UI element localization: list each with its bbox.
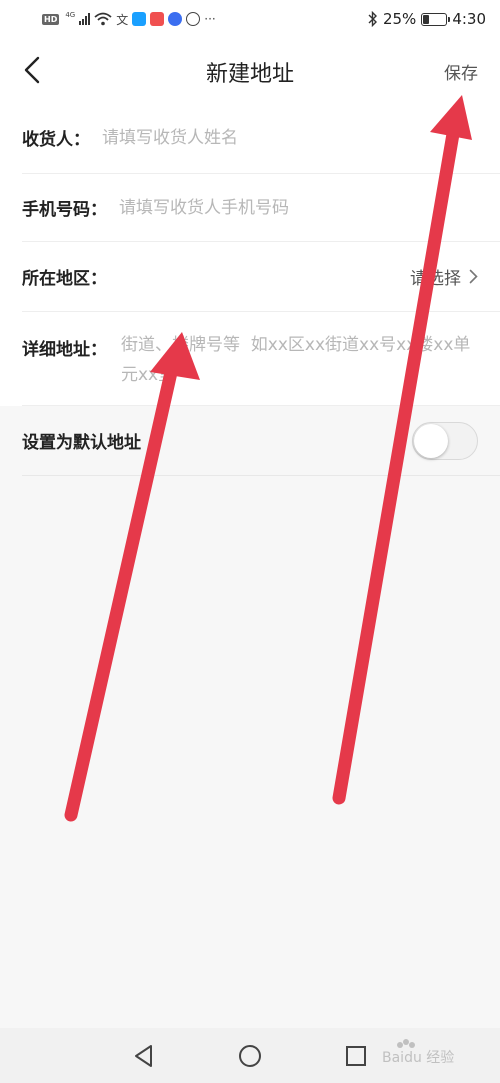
region-row[interactable]: 所在地区： 请选择 [22, 242, 500, 312]
detail-address-input[interactable] [121, 330, 471, 390]
default-address-toggle[interactable] [412, 422, 478, 460]
region-label: 所在地区： [22, 269, 107, 289]
app-notification-icon: 文 [116, 12, 129, 27]
phone-number-input[interactable] [119, 197, 449, 218]
default-address-label: 设置为默认地址 [22, 433, 141, 453]
save-button[interactable]: 保存 [444, 59, 478, 84]
default-address-section: 设置为默认地址 [0, 406, 500, 476]
hd-badge: HD [42, 13, 60, 25]
music-app-icon [168, 12, 183, 26]
status-icons-right: 25% 4:30 [368, 9, 486, 29]
address-form: 收货人： 手机号码： 所在地区： 请选择 详细地址： [0, 102, 500, 406]
signal-icon [79, 13, 91, 25]
hand-app-icon [186, 12, 201, 26]
detail-address-row: 详细地址： [22, 312, 500, 406]
recipient-row: 收货人： [22, 102, 500, 174]
status-bar: HD 4G 文 ··· 25% 4:30 [0, 0, 500, 38]
chevron-right-icon [469, 269, 478, 284]
more-notifications-icon: ··· [204, 12, 216, 26]
nav-recents-icon[interactable] [342, 1042, 370, 1070]
status-icons-left: HD 4G 文 ··· [42, 9, 216, 29]
toggle-knob [414, 424, 448, 458]
shopping-app-icon [150, 12, 165, 26]
network-type: 4G [65, 11, 76, 19]
battery-icon [421, 12, 451, 26]
watermark-text: Baidu 经验 [382, 1050, 454, 1066]
recipient-label: 收货人： [22, 130, 90, 150]
nav-back-icon[interactable] [130, 1042, 158, 1070]
battery-fill [423, 14, 430, 24]
detail-address-label: 详细地址： [22, 340, 107, 360]
nav-home-icon[interactable] [236, 1042, 264, 1070]
region-value: 请选择 [410, 269, 461, 289]
battery-percent: 25% [382, 10, 417, 28]
wifi-icon [94, 12, 112, 26]
region-select[interactable]: 请选择 [410, 264, 478, 289]
page-title: 新建地址 [205, 62, 294, 87]
nav-bar: 新建地址 保存 [0, 38, 500, 102]
phone-label: 手机号码： [22, 200, 107, 220]
baidu-watermark: Baidu 经验 [380, 1036, 474, 1066]
clock: 4:30 [452, 10, 486, 28]
phone-row: 手机号码： [22, 174, 500, 242]
bluetooth-icon [368, 11, 377, 27]
recipient-name-input[interactable] [102, 127, 432, 148]
search-app-icon [132, 12, 147, 26]
